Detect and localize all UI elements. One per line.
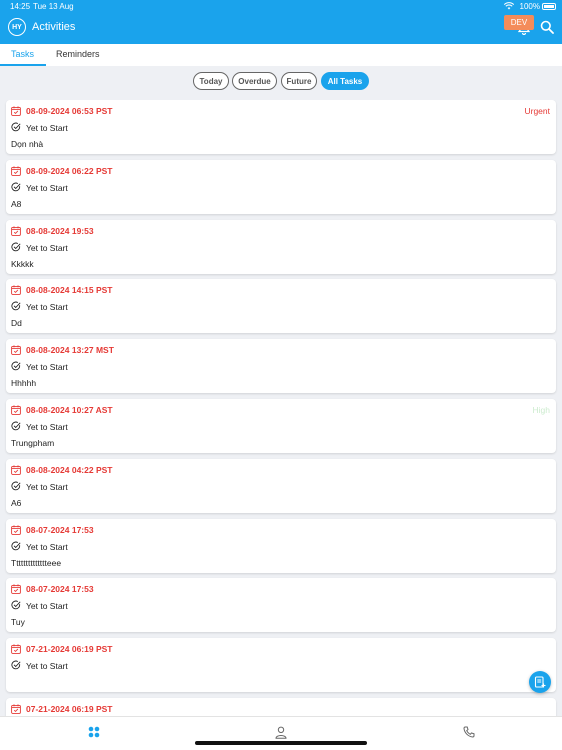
filter-all-tasks[interactable]: All Tasks: [321, 72, 369, 90]
task-due-date: 07-21-2024 06:19 PST: [26, 644, 113, 655]
task-card[interactable]: 08-09-2024 06:22 PST Yet to Start A8: [6, 159, 556, 214]
task-status: Yet to Start: [26, 541, 68, 552]
status-check-icon: [11, 660, 21, 670]
calendar-icon: [11, 465, 21, 475]
task-card[interactable]: 08-09-2024 06:53 PST Urgent Yet to Start Dọ…: [6, 100, 556, 154]
filter-row: Today Overdue Future All Tasks: [0, 66, 562, 96]
task-status: Yet to Start: [26, 242, 68, 253]
status-time: 14:25: [10, 2, 31, 11]
calendar-icon: [11, 166, 21, 176]
task-due-date: 07-21-2024 06:19 PST: [26, 704, 113, 714]
tab-reminders[interactable]: Reminders: [56, 49, 100, 59]
task-card[interactable]: 07-21-2024 06:19 PSTYet to Start: [6, 698, 556, 716]
calendar-icon: [11, 644, 21, 655]
task-title: Hhhhh: [11, 378, 37, 389]
task-list[interactable]: 08-09-2024 06:53 PST Urgent Yet to Start Dọ…: [0, 100, 562, 716]
task-card[interactable]: 08-08-2024 10:27 AST High Yet to Start Trun…: [6, 399, 556, 453]
task-card[interactable]: 08-08-2024 14:15 PST Yet to Start Dd: [6, 279, 556, 334]
status-bar: 14:25 Tue 13 Aug 100%: [0, 0, 562, 14]
task-card[interactable]: 08-08-2024 04:22 PST Yet to Start A6: [6, 458, 556, 513]
task-status: Yet to Start: [26, 182, 68, 193]
task-status: Yet to Start: [26, 422, 68, 432]
task-priority: High: [532, 405, 550, 415]
task-status: Yet to Start: [26, 601, 68, 612]
task-status: Yet to Start: [26, 123, 68, 133]
task-title: Tuy: [11, 617, 25, 628]
status-date: Tue 13 Aug: [33, 2, 74, 11]
calendar-icon: [11, 584, 21, 595]
home-indicator: [195, 741, 367, 745]
task-title: Tttttttttttttteee: [11, 557, 62, 568]
task-title: Kkkkk: [11, 258, 34, 269]
battery-icon: [542, 3, 556, 10]
calendar-icon: [11, 106, 21, 116]
task-status: Yet to Start: [26, 362, 68, 373]
task-due-date: 08-08-2024 14:15 PST: [26, 285, 113, 296]
task-due-date: 08-08-2024 10:27 AST: [26, 405, 113, 415]
calendar-icon: [11, 285, 21, 296]
task-title: Trungpham: [11, 438, 55, 448]
task-card[interactable]: 08-08-2024 13:27 MST Yet to Start Hhhhh: [6, 339, 556, 394]
task-card[interactable]: 07-21-2024 06:19 PST Yet to Start: [6, 638, 556, 693]
status-check-icon: [11, 601, 21, 610]
status-check-icon: [11, 302, 21, 311]
calendar-icon: [11, 524, 21, 535]
phone-icon[interactable]: [463, 726, 475, 738]
task-card[interactable]: 08-07-2024 17:53 Yet to Start Tttttttttttt…: [6, 518, 556, 573]
grid-icon[interactable]: [88, 726, 100, 738]
task-due-date: 08-09-2024 06:53 PST: [26, 106, 113, 116]
task-due-date: 08-07-2024 17:53: [26, 584, 94, 595]
add-note-icon: [534, 676, 546, 688]
task-due-date: 08-09-2024 06:22 PST: [26, 165, 113, 176]
status-check-icon: [11, 541, 21, 550]
task-title: Dd: [11, 318, 22, 329]
calendar-icon: [11, 345, 21, 356]
calendar-icon: [11, 405, 21, 415]
task-due-date: 08-07-2024 17:53: [26, 524, 94, 535]
battery-percent: 100%: [519, 2, 540, 11]
task-card[interactable]: 08-07-2024 17:53 Yet to Start Tuy: [6, 578, 556, 633]
search-icon[interactable]: [540, 20, 554, 34]
task-card[interactable]: 08-08-2024 19:53 Yet to Start Kkkkk: [6, 219, 556, 274]
add-task-button[interactable]: [529, 671, 551, 693]
task-status: Yet to Start: [26, 481, 68, 492]
task-due-date: 08-08-2024 13:27 MST: [26, 345, 114, 356]
status-check-icon: [11, 421, 21, 431]
calendar-icon: [11, 225, 21, 236]
task-status: Yet to Start: [26, 661, 68, 672]
task-title: A8: [11, 198, 22, 209]
wifi-icon: [504, 2, 514, 10]
filter-future[interactable]: Future: [281, 72, 317, 90]
person-icon[interactable]: [275, 726, 287, 739]
status-check-icon: [11, 242, 21, 251]
task-title: Dọn nhà: [11, 139, 44, 149]
status-check-icon: [11, 122, 21, 132]
task-due-date: 08-08-2024 19:53: [26, 225, 94, 236]
task-priority: Urgent: [524, 106, 550, 116]
avatar[interactable]: HY: [8, 18, 26, 36]
env-badge: DEV: [504, 15, 534, 30]
app-header: HY Activities DEV: [0, 14, 562, 44]
status-check-icon: [11, 481, 21, 491]
status-check-icon: [11, 182, 21, 192]
status-check-icon: [11, 361, 21, 371]
task-due-date: 08-08-2024 04:22 PST: [26, 464, 113, 475]
filter-today[interactable]: Today: [193, 72, 229, 90]
filter-overdue[interactable]: Overdue: [232, 72, 277, 90]
calendar-icon: [11, 704, 21, 714]
task-status: Yet to Start: [26, 302, 68, 313]
tab-tasks[interactable]: Tasks: [11, 49, 34, 59]
tabs-bar: Tasks Reminders: [0, 44, 562, 66]
task-title: A6: [11, 497, 22, 508]
page-title: Activities: [32, 21, 76, 33]
